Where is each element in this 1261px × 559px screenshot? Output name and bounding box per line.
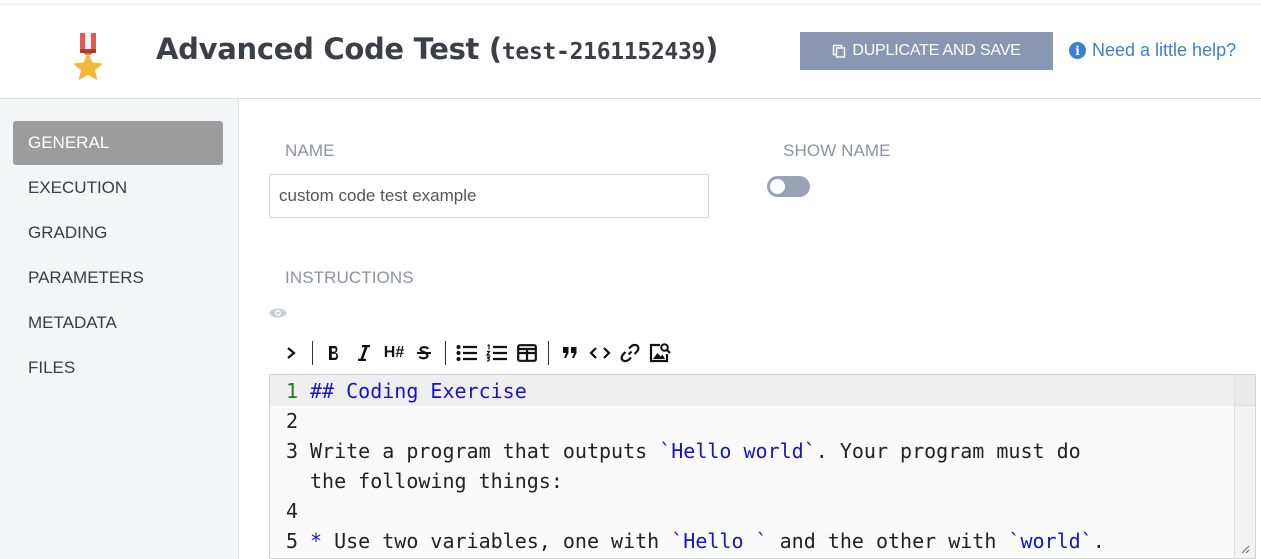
- line-text: Write a program that outputs `Hello worl…: [300, 436, 1081, 466]
- line-number: 4: [285, 499, 298, 523]
- toolbar-divider: [312, 341, 313, 365]
- test-title: Advanced Code Test: [156, 32, 480, 66]
- info-icon: i: [1069, 42, 1086, 59]
- sidebar-item-label: GRADING: [28, 223, 108, 242]
- preview-eye-icon[interactable]: [268, 306, 288, 320]
- toolbar-divider: [445, 341, 446, 365]
- copy-icon: [833, 44, 846, 58]
- sidebar-item-label: METADATA: [28, 313, 117, 332]
- line-number: 1: [285, 379, 298, 403]
- editor-line: the following things:: [270, 466, 563, 496]
- sidebar-item-general[interactable]: GENERAL: [13, 121, 223, 165]
- page-title: Advanced Code Test (test-2161152439): [156, 32, 718, 66]
- editor-line: 1 ## Coding Exercise: [270, 376, 527, 406]
- toolbar-divider: [548, 341, 549, 365]
- numbered-list-icon[interactable]: [482, 338, 512, 368]
- image-icon[interactable]: [645, 338, 675, 368]
- medal-icon: [73, 33, 103, 80]
- line-text: * Use two variables, one with `Hello ` a…: [300, 526, 1105, 556]
- editor-line: 5 * Use two variables, one with `Hello ` …: [270, 526, 1105, 556]
- plain-text: .: [1092, 529, 1105, 553]
- line-number: 2: [285, 409, 298, 433]
- line-text: the following things:: [300, 466, 563, 496]
- name-input[interactable]: [269, 174, 709, 218]
- close-paren: ): [705, 32, 719, 66]
- heading-glyph: H#: [383, 344, 405, 361]
- sidebar-item-metadata[interactable]: METADATA: [13, 301, 223, 345]
- plain-text: Use two variables, one with: [322, 529, 672, 553]
- test-id: test-2161152439: [501, 39, 706, 65]
- quote-icon[interactable]: [555, 338, 585, 368]
- editor-line: 4: [270, 496, 310, 526]
- line-text: ## Coding Exercise: [300, 376, 527, 406]
- editor-line: 3 Write a program that outputs `Hello wor…: [270, 436, 1081, 466]
- plain-text: Write a program that outputs: [310, 439, 660, 463]
- help-link-label: Need a little help?: [1092, 40, 1237, 60]
- instructions-label: INSTRUCTIONS: [285, 268, 414, 287]
- plain-text: . Your program must do: [815, 439, 1081, 463]
- duplicate-and-save-button[interactable]: DUPLICATE AND SAVE: [800, 32, 1053, 70]
- line-number: 5: [285, 529, 298, 553]
- sidebar-item-label: EXECUTION: [28, 178, 128, 197]
- link-icon[interactable]: [615, 338, 645, 368]
- strikethrough-icon[interactable]: [409, 338, 439, 368]
- name-label: NAME: [285, 141, 335, 160]
- sidebar-item-label: FILES: [28, 358, 76, 377]
- markdown-token: `world`: [1008, 529, 1093, 553]
- resize-grip-icon[interactable]: [1239, 543, 1250, 554]
- code-icon[interactable]: [585, 338, 615, 368]
- page-header: Advanced Code Test (test-2161152439) DUP…: [0, 5, 1261, 99]
- expand-chevron-icon[interactable]: [276, 338, 306, 368]
- plain-text: and the other with: [767, 529, 1009, 553]
- sidebar: GENERAL EXECUTION GRADING PARAMETERS MET…: [0, 99, 239, 559]
- scrollbar-cap: [1235, 375, 1255, 406]
- markdown-token: *: [310, 529, 323, 553]
- editor-line: 2: [270, 406, 310, 436]
- instructions-editor[interactable]: 1 ## Coding Exercise 2 3 Write a program tha…: [269, 374, 1256, 559]
- markdown-token: ## Coding Exercise: [310, 379, 527, 403]
- heading-icon[interactable]: H#: [379, 338, 409, 368]
- help-link[interactable]: i Need a little help?: [1069, 40, 1236, 61]
- bold-icon[interactable]: [319, 338, 349, 368]
- line-number: 3: [285, 439, 298, 463]
- plain-text: the following things:: [310, 469, 563, 493]
- bullet-list-icon[interactable]: [452, 338, 482, 368]
- toggle-knob: [770, 179, 785, 194]
- editor-scrollbar[interactable]: [1234, 375, 1255, 558]
- markdown-token: `Hello world`: [659, 439, 816, 463]
- italic-icon[interactable]: [349, 338, 379, 368]
- sidebar-item-files[interactable]: FILES: [13, 346, 223, 390]
- table-icon[interactable]: [512, 338, 542, 368]
- sidebar-item-label: GENERAL: [28, 133, 110, 152]
- markdown-token: `Hello `: [671, 529, 768, 553]
- sidebar-item-execution[interactable]: EXECUTION: [13, 166, 223, 210]
- markdown-toolbar: H#: [276, 338, 675, 368]
- sidebar-item-grading[interactable]: GRADING: [13, 211, 223, 255]
- show-name-label: SHOW NAME: [783, 141, 891, 160]
- duplicate-and-save-label: DUPLICATE AND SAVE: [852, 42, 1021, 59]
- show-name-toggle[interactable]: [767, 176, 810, 197]
- sidebar-item-parameters[interactable]: PARAMETERS: [13, 256, 223, 300]
- sidebar-item-label: PARAMETERS: [28, 268, 144, 287]
- open-paren: (: [488, 32, 502, 66]
